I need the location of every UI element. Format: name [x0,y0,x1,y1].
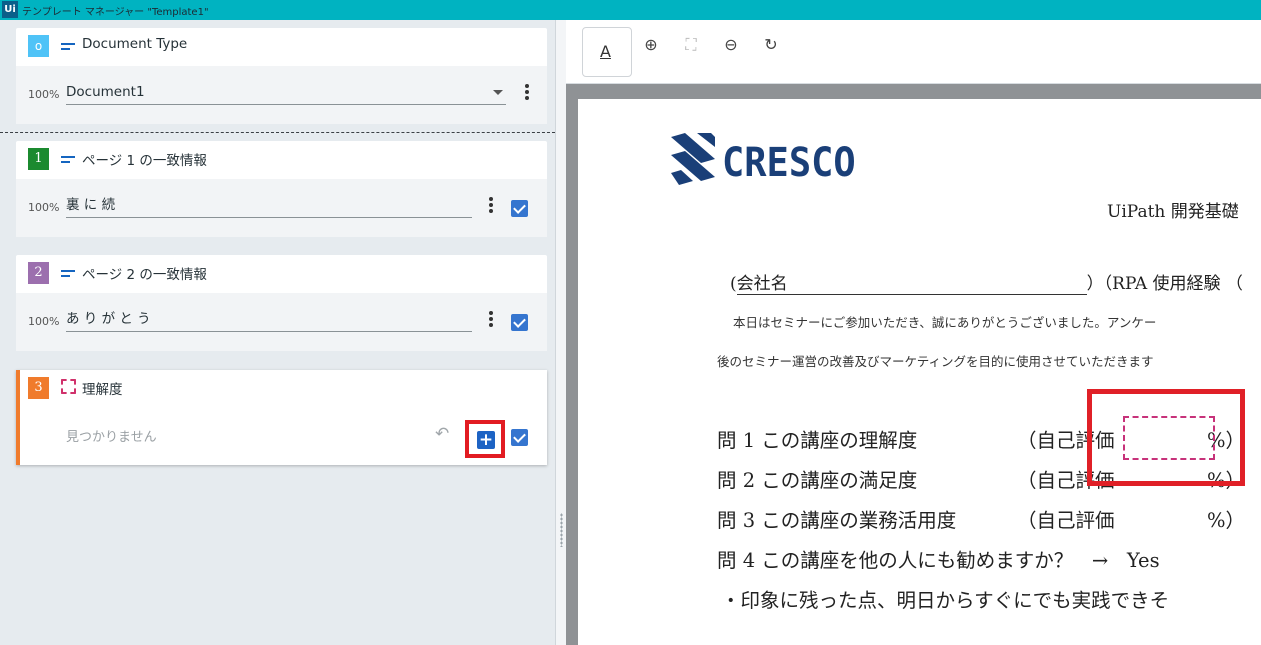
company-field: 会社名 [736,269,1087,295]
panel-splitter[interactable] [555,20,566,645]
confirm-checkbox[interactable] [511,314,528,331]
question-eval: （自己評価 [1017,509,1115,532]
field-value-input[interactable]: 裏 に 続 [66,192,472,218]
document-viewer: A ⊕ ⛶ ⊖ ↻ CRESCO UiPath 開発基礎 (会社名 ）（RPA 使… [566,20,1261,645]
question-end: %） [1207,509,1246,532]
question-end: Yes [1126,549,1160,572]
confidence-value: 100% [28,315,60,328]
document-page[interactable]: CRESCO UiPath 開発基礎 (会社名 ）（RPA 使用経験 （ 本日はセ… [578,99,1261,645]
zoom-out-icon[interactable]: ⊖ [716,30,746,60]
field-card-page2: 2 ページ 2 の一致情報 100% あ り が と う [16,255,547,351]
field-number-badge: 2 [28,262,49,284]
field-label: 理解度 [82,382,123,398]
question-row: 問 3 この講座の業務活用度 （自己評価 %） [717,504,1245,533]
field-body: 100% 裏 に 続 [16,179,547,237]
document-type-select[interactable]: Document1 [66,79,506,105]
selection-region[interactable] [1123,416,1215,460]
field-label: ページ 2 の一致情報 [82,267,207,283]
zoom-in-icon[interactable]: ⊕ [636,30,666,60]
field-header: 1 ページ 1 の一致情報 [16,141,547,179]
company-line: (会社名 ）（RPA 使用経験 （ [730,269,1243,295]
rpa-experience-label: ）（RPA 使用経験 （ [1086,274,1243,294]
question-label: 問 1 この講座の理解度 [717,429,918,452]
field-header: 2 ページ 2 の一致情報 [16,255,547,293]
text-field-icon [61,156,75,164]
question-label: 問 3 この講座の業務活用度 [717,509,957,532]
company-open-paren: ( [730,274,737,294]
field-number-badge: 1 [28,148,49,170]
highlight-box: + [465,420,505,458]
document-canvas: CRESCO UiPath 開発基礎 (会社名 ）（RPA 使用経験 （ 本日はセ… [566,84,1261,645]
fit-page-icon[interactable]: ⛶ [676,30,706,60]
question-eval: → [1091,549,1109,572]
not-found-text: 見つかりません [66,430,157,445]
text-select-icon: A [600,42,611,61]
section-divider [0,132,555,133]
field-body: 見つかりません ↶ + [20,408,547,465]
text-field-icon [61,270,75,278]
company-label: 会社名 [736,274,788,294]
cresco-logo-text: CRESCO [722,139,856,186]
uipath-logo: Ui [2,1,18,18]
text-select-button[interactable]: A [582,27,632,77]
field-card-understanding: 3 理解度 見つかりません ↶ + [16,370,547,465]
region-field-icon [61,379,76,394]
title-bar: Ui テンプレート マネージャー "Template1" [0,0,1261,20]
field-number-badge: 3 [28,377,49,399]
intro-text: 後のセミナー運営の改善及びマーケティングを目的に使用させていただきます [717,354,1154,369]
document-type-body: 100% Document1 [16,66,547,124]
field-value-input[interactable]: あ り が と う [66,306,472,332]
document-type-badge: o [28,35,49,57]
viewer-toolbar: A ⊕ ⛶ ⊖ ↻ [566,20,1261,84]
cresco-logo-mark [671,133,715,185]
confirm-checkbox[interactable] [511,429,528,446]
more-menu-icon[interactable] [489,197,493,213]
window-title: テンプレート マネージャー "Template1" [22,7,209,18]
confidence-value: 100% [28,201,60,214]
document-type-label: Document Type [82,36,188,52]
document-type-card: o Document Type 100% Document1 [16,28,547,124]
more-menu-icon[interactable] [489,311,493,327]
document-title: UiPath 開発基礎 [1107,202,1239,222]
undo-icon[interactable]: ↶ [435,425,457,443]
add-value-button[interactable]: + [477,431,495,449]
field-header: 3 理解度 [20,370,547,408]
confidence-value: 100% [28,88,60,101]
chevron-down-icon[interactable] [493,90,503,95]
field-label: ページ 1 の一致情報 [82,153,207,169]
confirm-checkbox[interactable] [511,200,528,217]
field-body: 100% あ り が と う [16,293,547,351]
intro-text: 本日はセミナーにご参加いただき、誠にありがとうございました。アンケー [733,315,1157,330]
field-card-page1: 1 ページ 1 の一致情報 100% 裏 に 続 [16,141,547,237]
more-menu-icon[interactable] [525,84,529,100]
document-type-header: o Document Type [16,28,547,66]
impression-line: ・印象に残った点、明日からすぐにでも実践できそ [721,589,1170,612]
field-list-panel: o Document Type 100% Document1 1 ページ 1 の… [0,20,555,645]
question-label: 問 2 この講座の満足度 [717,469,918,492]
splitter-grip-icon[interactable] [560,513,563,547]
question-label: 問 4 この講座を他の人にも勧めますか？ [717,549,1074,572]
rotate-icon[interactable]: ↻ [756,30,786,60]
question-row: 問 4 この講座を他の人にも勧めますか？ → Yes [717,544,1160,573]
text-field-icon [61,43,75,51]
